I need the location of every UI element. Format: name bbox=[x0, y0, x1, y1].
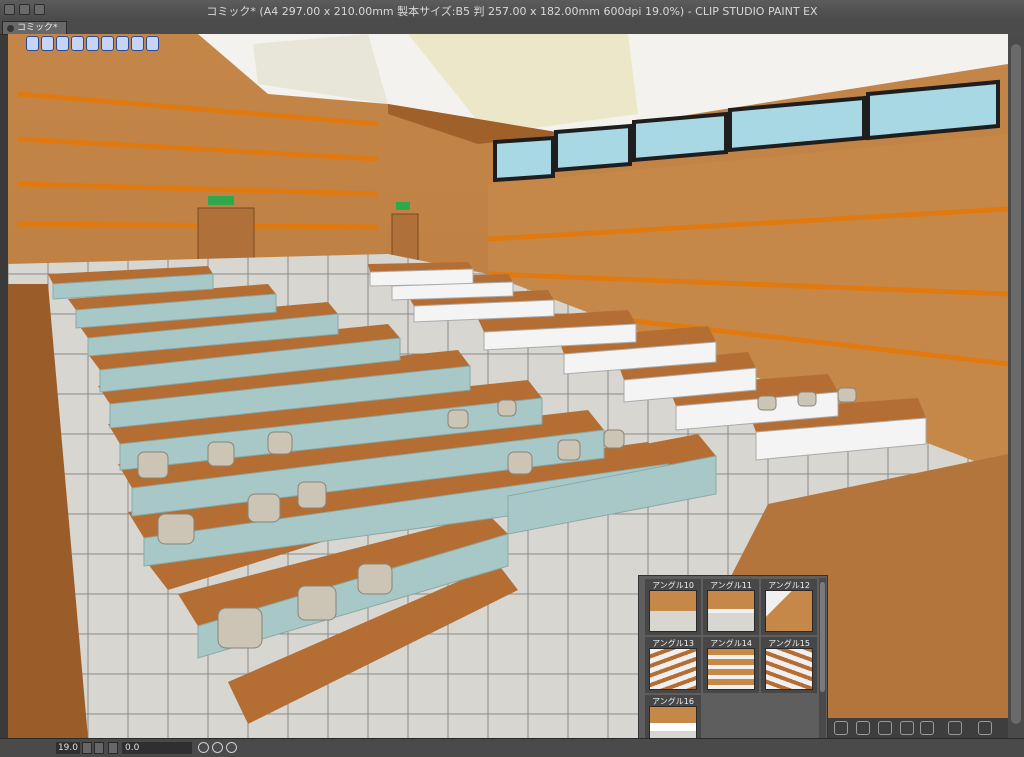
object-tool-strip bbox=[828, 718, 1008, 738]
exit-sign-center bbox=[396, 202, 410, 210]
tab-label: コミック* bbox=[17, 23, 58, 33]
status-bar: 19.0 0.0 bbox=[0, 738, 1024, 757]
window-title: コミック* (A4 297.00 x 210.00mm 製本サイズ:B5 判 2… bbox=[206, 5, 818, 18]
object-plane-icon[interactable] bbox=[101, 36, 114, 51]
scrollbar-thumb[interactable] bbox=[1011, 44, 1021, 724]
canvas-3d-viewport[interactable] bbox=[8, 34, 1008, 738]
gear-icon[interactable] bbox=[878, 721, 892, 735]
rotate-left-icon[interactable] bbox=[198, 742, 209, 753]
angle-preset[interactable]: アングル11 bbox=[703, 579, 759, 635]
move-object-icon[interactable] bbox=[71, 36, 84, 51]
angle-icon[interactable] bbox=[920, 721, 934, 735]
reset-rotation-icon[interactable] bbox=[226, 742, 237, 753]
tab-comic[interactable]: コミック* bbox=[2, 21, 67, 34]
angle-thumbnail bbox=[707, 590, 755, 632]
settings-icon[interactable] bbox=[146, 36, 159, 51]
reset-icon[interactable] bbox=[131, 36, 144, 51]
angle-preset[interactable]: アングル10 bbox=[645, 579, 701, 635]
ground-icon[interactable] bbox=[856, 721, 870, 735]
angle-thumbnail bbox=[649, 648, 697, 690]
scrollbar-thumb[interactable] bbox=[820, 582, 825, 692]
lecture-hall-scene bbox=[8, 34, 1008, 738]
rotate-object-icon[interactable] bbox=[86, 36, 99, 51]
zoom-field[interactable]: 19.0 bbox=[56, 742, 80, 754]
vertical-scrollbar[interactable] bbox=[1008, 34, 1024, 738]
dolly-camera-icon[interactable] bbox=[56, 36, 69, 51]
light-icon[interactable] bbox=[834, 721, 848, 735]
document-tab-bar: コミック* bbox=[0, 20, 1024, 35]
exit-sign-left bbox=[208, 196, 234, 205]
rotate-camera-icon[interactable] bbox=[26, 36, 39, 51]
angle-thumbnail bbox=[765, 648, 813, 690]
fit-view-button[interactable] bbox=[108, 742, 118, 754]
rotation-field[interactable]: 0.0 bbox=[122, 742, 192, 754]
camera-angle-panel: アングル10 アングル11 アングル12 アングル13 アングル14 アングル1… bbox=[638, 575, 828, 756]
zoom-out-button[interactable] bbox=[82, 742, 92, 754]
title-bar: コミック* (A4 297.00 x 210.00mm 製本サイズ:B5 判 2… bbox=[0, 0, 1024, 21]
angle-preset[interactable]: アングル15 bbox=[761, 637, 817, 693]
angle-grid: アングル10 アングル11 アングル12 アングル13 アングル14 アングル1… bbox=[645, 579, 817, 751]
material-icon[interactable] bbox=[948, 721, 962, 735]
angle-thumbnail bbox=[765, 590, 813, 632]
rotate-right-icon[interactable] bbox=[212, 742, 223, 753]
angle-thumbnail bbox=[649, 590, 697, 632]
angle-preset[interactable]: アングル12 bbox=[761, 579, 817, 635]
angle-preset[interactable]: アングル14 bbox=[703, 637, 759, 693]
zoom-in-button[interactable] bbox=[94, 742, 104, 754]
angle-preset[interactable]: アングル13 bbox=[645, 637, 701, 693]
rotate-icon[interactable] bbox=[900, 721, 914, 735]
angle-panel-scrollbar[interactable] bbox=[819, 578, 826, 753]
pan-camera-icon[interactable] bbox=[41, 36, 54, 51]
scale-object-icon[interactable] bbox=[116, 36, 129, 51]
angle-thumbnail bbox=[707, 648, 755, 690]
tab-close-icon[interactable] bbox=[7, 24, 14, 32]
wrench-icon[interactable] bbox=[978, 721, 992, 735]
camera-toolbar bbox=[26, 36, 159, 51]
